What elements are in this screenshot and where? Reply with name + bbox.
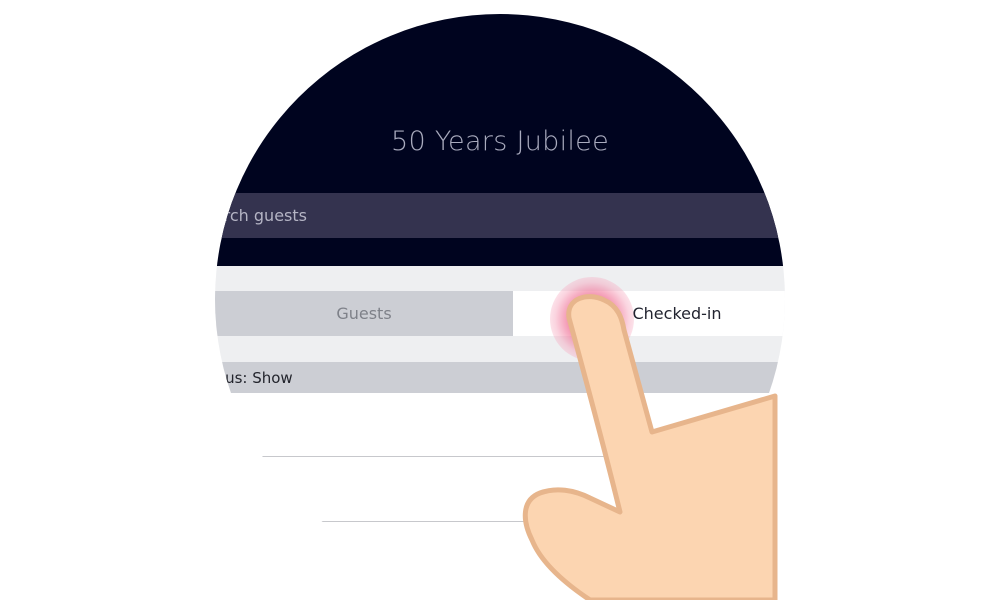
row-divider: [320, 521, 671, 522]
zoom-lens: 50 Years Jubilee Guests Checked-in atus:…: [215, 14, 785, 584]
app-header: 50 Years Jubilee: [215, 14, 785, 266]
search-bar: [215, 193, 778, 238]
guest-row[interactable]: ga: [215, 393, 785, 457]
status-filter-row[interactable]: atus: Show: [215, 362, 785, 393]
guest-name: ga: [215, 415, 227, 434]
tab-guests[interactable]: Guests: [215, 291, 513, 336]
event-title: 50 Years Jubilee: [391, 126, 609, 157]
guest-list: ga: [215, 393, 785, 584]
tab-bar: Guests Checked-in: [215, 266, 785, 362]
guest-row[interactable]: [215, 457, 785, 521]
status-filter-label: atus: Show: [215, 368, 293, 387]
search-input[interactable]: [215, 193, 778, 238]
tap-ripple-icon: [550, 277, 634, 361]
